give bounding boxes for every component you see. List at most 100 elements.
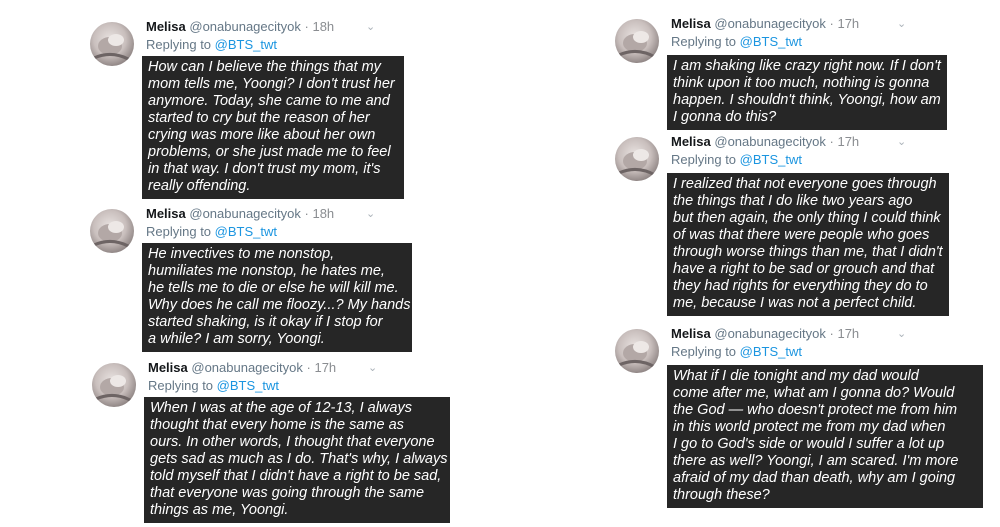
tweet-text: I am shaking like crazy right now. If I … xyxy=(667,55,947,130)
tweet-header: Melisa @onabunagecityok · 18h xyxy=(146,205,334,223)
tweet-card[interactable]: Melisa @onabunagecityok · 17h ⌄ Replying… xyxy=(92,359,452,523)
avatar[interactable] xyxy=(615,137,659,181)
display-name[interactable]: Melisa xyxy=(146,206,186,221)
text-line: but then again, the only thing I could t… xyxy=(673,210,941,226)
separator-dot: · xyxy=(304,19,309,34)
text-line: ours. In other words, I thought that eve… xyxy=(150,434,435,450)
text-line: I gonna do this? xyxy=(673,109,777,125)
mention-link[interactable]: @BTS_twt xyxy=(217,378,279,393)
avatar[interactable] xyxy=(90,209,134,253)
text-line: anymore. Today, she came to me and xyxy=(148,93,390,109)
separator-dot: · xyxy=(829,16,834,31)
chevron-down-icon[interactable]: ⌄ xyxy=(897,17,906,30)
replying-to: Replying to @BTS_twt xyxy=(671,343,802,361)
text-line: crying was more like about her own xyxy=(148,127,376,143)
text-line: that everyone was going through the same xyxy=(150,485,425,501)
text-line: things as me, Yoongi. xyxy=(150,502,289,518)
username[interactable]: @onabunagecityok xyxy=(189,206,301,221)
chevron-down-icon[interactable]: ⌄ xyxy=(366,20,375,33)
replying-to: Replying to @BTS_twt xyxy=(671,33,802,51)
username[interactable]: @onabunagecityok xyxy=(714,326,826,341)
timestamp[interactable]: 17h xyxy=(837,16,859,31)
display-name[interactable]: Melisa xyxy=(671,134,711,149)
text-line: the God — who doesn't protect me from hi… xyxy=(673,402,958,418)
text-line: He invectives to me nonstop, xyxy=(148,246,335,262)
text-line: I am shaking like crazy right now. If I … xyxy=(673,58,941,74)
tweet-text: What if I die tonight and my dad would c… xyxy=(667,365,983,508)
mention-link[interactable]: @BTS_twt xyxy=(215,224,277,239)
replying-label: Replying to xyxy=(671,34,737,49)
chevron-down-icon[interactable]: ⌄ xyxy=(897,135,906,148)
avatar[interactable] xyxy=(90,22,134,66)
timestamp[interactable]: 18h xyxy=(312,19,334,34)
timestamp[interactable]: 18h xyxy=(312,206,334,221)
timestamp[interactable]: 17h xyxy=(837,326,859,341)
text-line: Why does he call me floozy...? My hands xyxy=(148,297,411,313)
tweet-collage: Melisa @onabunagecityok · 18h ⌄ Replying… xyxy=(0,0,1000,527)
tweet-header: Melisa @onabunagecityok · 18h xyxy=(146,18,334,36)
timestamp[interactable]: 17h xyxy=(837,134,859,149)
separator-dot: · xyxy=(304,206,309,221)
text-line: there as well? Yoongi, I am scared. I'm … xyxy=(673,453,959,469)
text-line: he tells me to die or else he will kill … xyxy=(148,280,399,296)
text-line: think upon it too much, nothing is gonna xyxy=(673,75,930,91)
text-line: When I was at the age of 12-13, I always xyxy=(150,400,412,416)
text-line: me, because I was not a perfect child. xyxy=(673,295,917,311)
replying-label: Replying to xyxy=(148,378,214,393)
text-line: have a right to be sad or grouch and tha… xyxy=(673,261,935,277)
replying-to: Replying to @BTS_twt xyxy=(146,223,277,241)
text-line: of was that there were people who goes xyxy=(673,227,930,243)
display-name[interactable]: Melisa xyxy=(671,326,711,341)
text-line: through worse things than me, that I did… xyxy=(673,244,943,260)
username[interactable]: @onabunagecityok xyxy=(714,134,826,149)
text-line: started to cry but the reason of her xyxy=(148,110,370,126)
display-name[interactable]: Melisa xyxy=(671,16,711,31)
separator-dot: · xyxy=(306,360,311,375)
username[interactable]: @onabunagecityok xyxy=(714,16,826,31)
replying-label: Replying to xyxy=(671,152,737,167)
display-name[interactable]: Melisa xyxy=(148,360,188,375)
avatar[interactable] xyxy=(615,19,659,63)
separator-dot: · xyxy=(829,326,834,341)
text-line: afraid of my dad than death, why am I go… xyxy=(673,470,956,486)
text-line: happen. I shouldn't think, Yoongi, how a… xyxy=(673,92,941,108)
text-line: come after me, what am I gonna do? Would xyxy=(673,385,955,401)
tweet-card[interactable]: Melisa @onabunagecityok · 17h ⌄ Replying… xyxy=(615,325,985,523)
replying-label: Replying to xyxy=(146,37,212,52)
mention-link[interactable]: @BTS_twt xyxy=(740,152,802,167)
text-line: through these? xyxy=(673,487,770,503)
text-line: really offending. xyxy=(148,178,251,194)
mention-link[interactable]: @BTS_twt xyxy=(740,344,802,359)
avatar[interactable] xyxy=(615,329,659,373)
chevron-down-icon[interactable]: ⌄ xyxy=(366,207,375,220)
tweet-header: Melisa @onabunagecityok · 17h xyxy=(671,15,859,33)
text-line: What if I die tonight and my dad would xyxy=(673,368,919,384)
tweet-card[interactable]: Melisa @onabunagecityok · 17h ⌄ Replying… xyxy=(615,15,955,130)
text-line: in that way. I don't trust my mom, it's xyxy=(148,161,381,177)
text-line: a while? I am sorry, Yoongi. xyxy=(148,331,325,347)
username[interactable]: @onabunagecityok xyxy=(191,360,303,375)
replying-to: Replying to @BTS_twt xyxy=(148,377,279,395)
chevron-down-icon[interactable]: ⌄ xyxy=(897,327,906,340)
mention-link[interactable]: @BTS_twt xyxy=(215,37,277,52)
replying-to: Replying to @BTS_twt xyxy=(671,151,802,169)
chevron-down-icon[interactable]: ⌄ xyxy=(368,361,377,374)
tweet-card[interactable]: Melisa @onabunagecityok · 18h ⌄ Replying… xyxy=(90,18,420,199)
timestamp[interactable]: 17h xyxy=(314,360,336,375)
text-line: How can I believe the things that my xyxy=(148,59,381,75)
text-line: mom tells me, Yoongi? I don't trust her xyxy=(148,76,395,92)
text-line: I realized that not everyone goes throug… xyxy=(673,176,937,192)
tweet-text: When I was at the age of 12-13, I always… xyxy=(144,397,450,523)
replying-label: Replying to xyxy=(671,344,737,359)
username[interactable]: @onabunagecityok xyxy=(189,19,301,34)
text-line: the things that I do like two years ago xyxy=(673,193,913,209)
mention-link[interactable]: @BTS_twt xyxy=(740,34,802,49)
tweet-text: I realized that not everyone goes throug… xyxy=(667,173,949,316)
avatar[interactable] xyxy=(92,363,136,407)
tweet-card[interactable]: Melisa @onabunagecityok · 17h ⌄ Replying… xyxy=(615,133,955,316)
text-line: told myself that I didn't have a right t… xyxy=(150,468,442,484)
tweet-header: Melisa @onabunagecityok · 17h xyxy=(671,325,859,343)
display-name[interactable]: Melisa xyxy=(146,19,186,34)
text-line: gets sad as much as I do. That's why, I … xyxy=(150,451,448,467)
tweet-card[interactable]: Melisa @onabunagecityok · 18h ⌄ Replying… xyxy=(90,205,420,353)
